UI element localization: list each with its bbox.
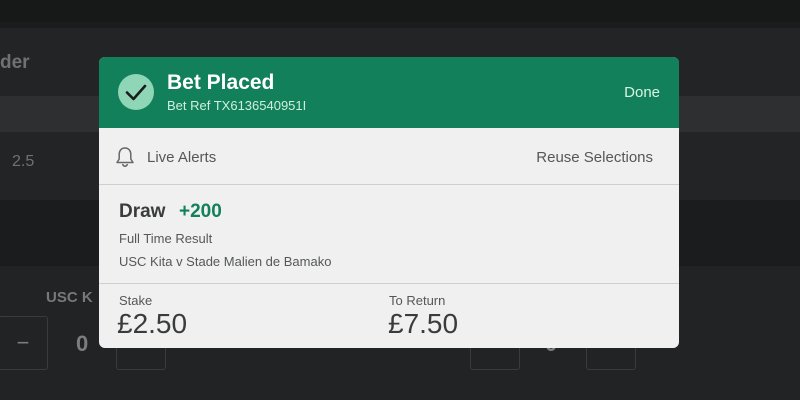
- check-icon: [118, 74, 154, 110]
- reuse-selections-button[interactable]: Reuse Selections: [536, 149, 653, 166]
- background-stake-left: 0: [76, 331, 89, 356]
- event-name: USC Kita v Stade Malien de Bamako: [119, 254, 332, 269]
- bet-reference: Bet Ref TX6136540951I: [167, 98, 307, 113]
- background-team-name: USC K: [46, 289, 93, 306]
- background-row-value: 2.5: [12, 153, 35, 170]
- return-value: £7.50: [388, 308, 459, 339]
- modal-title: Bet Placed: [167, 71, 275, 94]
- bet-placed-modal: Bet Placed Bet Ref TX6136540951I Done Li…: [99, 57, 679, 348]
- live-alerts-button[interactable]: Live Alerts: [147, 149, 216, 166]
- bell-icon[interactable]: [115, 146, 135, 173]
- modal-header: Bet Placed Bet Ref TX6136540951I Done: [99, 57, 679, 128]
- stake-value: £2.50: [117, 308, 188, 339]
- background-header-text: der: [0, 52, 30, 73]
- selection-name: Draw: [119, 201, 166, 222]
- stake-label: Stake: [119, 293, 153, 308]
- alerts-row: Live Alerts Reuse Selections: [99, 128, 679, 185]
- selection-odds: +200: [179, 201, 222, 222]
- background-minus-button: −: [0, 316, 48, 370]
- selection-details: Draw +200 Full Time Result USC Kita v St…: [99, 185, 679, 284]
- background-top-band: [0, 0, 800, 22]
- done-button[interactable]: Done: [624, 84, 660, 101]
- market-name: Full Time Result: [119, 231, 213, 246]
- return-label: To Return: [389, 293, 446, 308]
